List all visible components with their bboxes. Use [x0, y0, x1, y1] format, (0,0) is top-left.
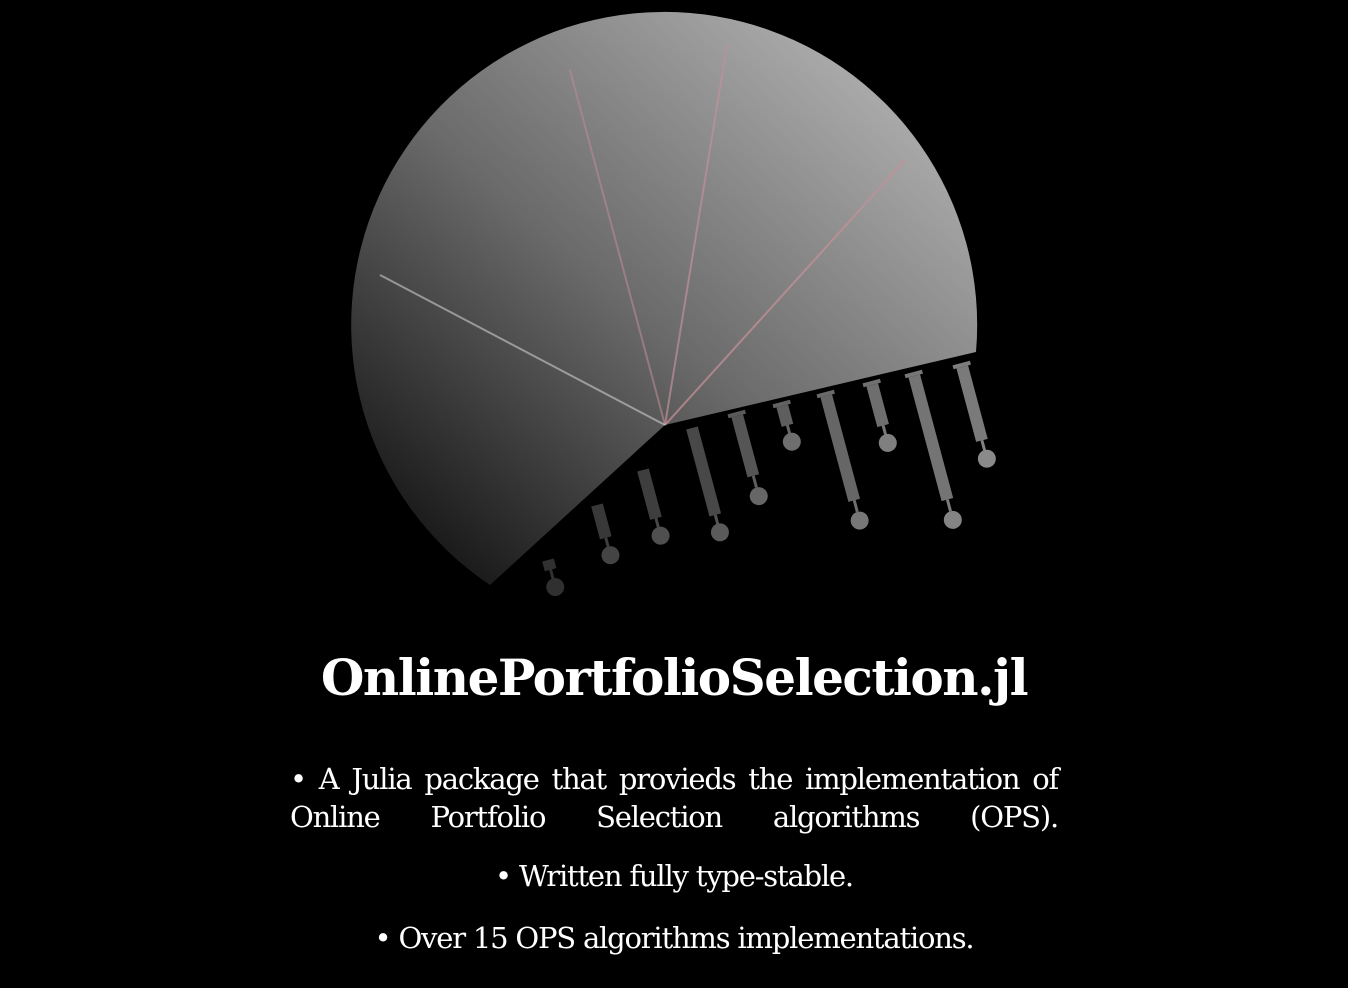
page: OnlinePortfolioSelection.jl • A Julia pa…: [0, 0, 1348, 988]
syringe: [952, 360, 996, 468]
syringe: [542, 558, 565, 597]
syringe: [862, 378, 897, 452]
syringe: [727, 409, 768, 506]
pie-body: [351, 11, 978, 586]
syringe: [637, 468, 670, 545]
feature-item: • A Julia package that provieds the impl…: [290, 762, 1059, 834]
syringe: [591, 503, 620, 565]
page-title: OnlinePortfolioSelection.jl: [320, 648, 1029, 707]
syringe: [772, 399, 801, 451]
feature-list: • A Julia package that provieds the impl…: [290, 760, 1059, 958]
syringe: [686, 426, 729, 542]
syringe: [816, 389, 869, 530]
pie-chart-syringes-logo: [351, 11, 996, 597]
syringe: [904, 369, 962, 529]
feature-item: • Written fully type-stable.: [495, 859, 854, 893]
feature-item: • Over 15 OPS algorithms implementations…: [374, 921, 975, 955]
